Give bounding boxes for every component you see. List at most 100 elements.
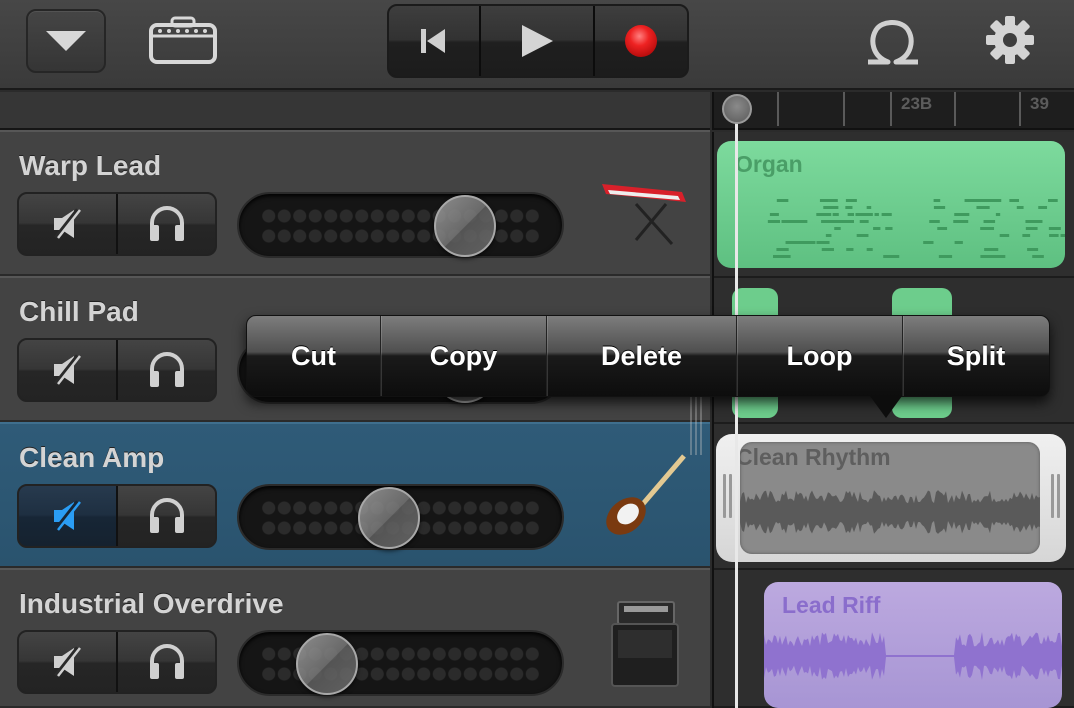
- volume-knob[interactable]: [295, 633, 358, 695]
- midi-note: [954, 241, 963, 244]
- midi-note: [826, 220, 843, 223]
- waveform-path: [764, 632, 1062, 680]
- volume-slider[interactable]: [237, 484, 564, 550]
- volume-slider[interactable]: [237, 630, 564, 696]
- midi-note: [855, 213, 873, 216]
- midi-note: [983, 220, 996, 223]
- mute-button[interactable]: [19, 632, 118, 692]
- waveform: [764, 632, 1062, 680]
- menu-item-split[interactable]: Split: [903, 316, 1049, 396]
- region-right-trim-handle[interactable]: [1048, 474, 1062, 518]
- solo-button[interactable]: [118, 486, 215, 546]
- midi-note: [847, 213, 855, 216]
- settings-button[interactable]: [984, 14, 1036, 66]
- record-button[interactable]: [595, 6, 687, 76]
- midi-note: [1048, 199, 1058, 202]
- midi-note: [984, 248, 999, 251]
- volume-leds: [261, 206, 540, 244]
- play-icon: [522, 25, 553, 57]
- mute-icon: [53, 354, 81, 386]
- volume-knob[interactable]: [434, 195, 497, 257]
- mute-solo-group: [17, 630, 217, 694]
- guitar-amp-icon[interactable]: [596, 592, 692, 688]
- go-to-beginning-button[interactable]: [389, 6, 481, 76]
- midi-note: [1022, 234, 1031, 237]
- midi-note: [845, 206, 853, 209]
- midi-note: [776, 199, 789, 202]
- mute-solo-group: [17, 338, 217, 402]
- midi-note: [885, 227, 893, 230]
- timeline[interactable]: Organ Clean Rhythm Lead Riff: [712, 132, 1074, 708]
- midi-note: [1032, 255, 1044, 258]
- track-header-industrial-overdrive[interactable]: Industrial Overdrive: [0, 568, 710, 708]
- midi-note: [881, 213, 892, 216]
- midi-note: [866, 206, 872, 209]
- midi-note: [983, 199, 1002, 202]
- track-header-spacer: [0, 92, 710, 130]
- midi-note: [859, 220, 869, 223]
- loop-browser-button[interactable]: [862, 16, 924, 66]
- track-header-warp-lead[interactable]: Warp Lead: [0, 130, 710, 276]
- ruler-label: 23B: [901, 94, 933, 113]
- midi-note: [819, 199, 838, 202]
- region-left-trim-handle[interactable]: [720, 474, 734, 518]
- mute-button[interactable]: [19, 486, 118, 546]
- headphones-icon: [149, 644, 184, 679]
- region-organ[interactable]: Organ: [717, 141, 1065, 268]
- track-name: Clean Amp: [19, 442, 165, 473]
- electric-guitar-icon[interactable]: [596, 446, 692, 542]
- volume-knob[interactable]: [357, 487, 420, 549]
- region-lead-riff[interactable]: Lead Riff: [764, 582, 1062, 708]
- midi-note: [937, 227, 948, 230]
- midi-note: [938, 255, 953, 258]
- context-menu: Cut Copy Delete Loop Split: [246, 315, 1050, 397]
- midi-note: [767, 220, 781, 223]
- amp-icon: [149, 16, 217, 64]
- midi-note: [933, 199, 941, 202]
- midi-note: [825, 234, 832, 237]
- ruler-label: 39: [1030, 94, 1049, 113]
- region-clean-rhythm[interactable]: Clean Rhythm: [716, 434, 1066, 562]
- headphones-icon: [149, 206, 184, 241]
- solo-button[interactable]: [118, 194, 215, 254]
- midi-note: [846, 248, 854, 251]
- midi-note: [1056, 227, 1061, 230]
- midi-note: [823, 206, 839, 209]
- mute-solo-group: [17, 192, 217, 256]
- midi-note: [792, 220, 807, 223]
- midi-note: [769, 213, 779, 216]
- timeline-ruler[interactable]: 23B 39: [712, 92, 1074, 130]
- mute-icon: [53, 208, 81, 240]
- headphones-icon: [149, 352, 184, 387]
- midi-note: [953, 220, 958, 223]
- menu-item-delete[interactable]: Delete: [547, 316, 737, 396]
- solo-button[interactable]: [118, 632, 215, 692]
- midi-note: [776, 255, 784, 258]
- record-icon: [625, 25, 657, 57]
- midi-note: [821, 248, 834, 251]
- play-button[interactable]: [481, 6, 595, 76]
- menu-item-loop[interactable]: Loop: [737, 316, 903, 396]
- midi-note: [1025, 220, 1043, 223]
- mute-button[interactable]: [19, 340, 118, 400]
- midi-note: [832, 213, 839, 216]
- playhead-handle[interactable]: [722, 94, 752, 124]
- header-resize-handle[interactable]: [690, 395, 706, 455]
- midi-note: [957, 220, 969, 223]
- toolbar: [0, 0, 1074, 90]
- menu-item-cut[interactable]: Cut: [247, 316, 381, 396]
- midi-note: [1025, 227, 1038, 230]
- loop-icon: [868, 20, 918, 65]
- keyboard-icon[interactable]: [596, 154, 692, 250]
- track-header-clean-amp[interactable]: Clean Amp: [0, 422, 710, 568]
- instrument-button[interactable]: [148, 16, 218, 66]
- mute-button[interactable]: [19, 194, 118, 254]
- solo-button[interactable]: [118, 340, 215, 400]
- volume-slider[interactable]: [237, 192, 564, 258]
- mute-icon: [53, 646, 81, 678]
- midi-note: [816, 213, 832, 216]
- menu-item-copy[interactable]: Copy: [381, 316, 547, 396]
- midi-note: [834, 227, 841, 230]
- tracks-view-button[interactable]: [26, 9, 106, 73]
- region-body: Clean Rhythm: [740, 442, 1040, 554]
